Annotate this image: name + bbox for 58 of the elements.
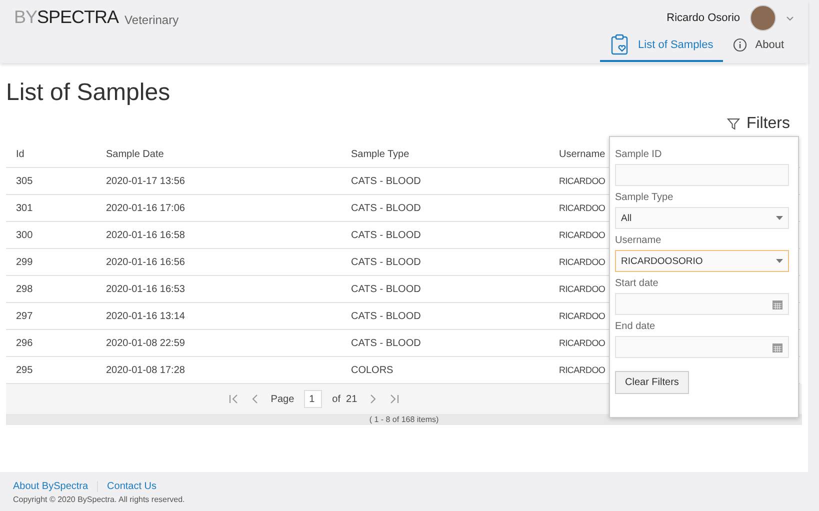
app-subtitle: Veterinary [124, 13, 179, 27]
table-cell: 305 [6, 168, 96, 194]
table-cell: 2020-01-08 22:59 [96, 330, 341, 356]
pager-summary: ( 1 - 8 of 168 items) [369, 414, 439, 425]
table-cell: 297 [6, 302, 96, 330]
footer-link[interactable]: Contact Us [107, 481, 166, 492]
chevron-down-icon[interactable] [786, 16, 794, 20]
table-cell: 2020-01-16 16:58 [96, 222, 341, 248]
filters-toggle[interactable]: Filters [746, 115, 790, 133]
column-header: Id [6, 141, 96, 168]
table-cell: 2020-01-16 13:14 [96, 302, 341, 330]
filter-icon[interactable] [727, 118, 740, 130]
nav-tab[interactable]: About [723, 28, 794, 62]
table-cell: CATS - BLOOD [341, 222, 549, 248]
copyright-text: Copyright © 2020 BySpectra. All rights reserved. [13, 495, 186, 504]
page-label: Page [270, 394, 294, 404]
table-cell: 2020-01-16 16:53 [96, 276, 341, 302]
field-label: Start date [615, 278, 660, 289]
page-input[interactable]: 1 [304, 390, 322, 408]
avatar[interactable] [750, 5, 776, 31]
page-total: of 21 [332, 394, 358, 404]
input-field[interactable] [615, 164, 789, 186]
table-cell: CATS - BLOOD [341, 168, 549, 194]
caret-icon [776, 259, 783, 263]
last-page-icon[interactable] [389, 393, 402, 405]
table-cell: 299 [6, 248, 96, 276]
info-icon [733, 38, 748, 52]
column-header: Sample Type [341, 141, 549, 168]
first-page-icon[interactable] [226, 393, 239, 405]
field-label: Sample ID [615, 149, 663, 160]
user-name[interactable]: Ricardo Osorio [666, 12, 740, 24]
table-cell: 301 [6, 194, 96, 222]
table-cell: CATS - BLOOD [341, 302, 549, 330]
footer-link[interactable]: About BySpectra [13, 481, 98, 492]
calendar-icon[interactable] [772, 342, 783, 352]
field-label: End date [615, 321, 656, 332]
table-cell: 2020-01-16 16:56 [96, 248, 341, 276]
table-cell: CATS - BLOOD [341, 276, 549, 302]
calendar-icon[interactable] [772, 298, 783, 310]
table-cell: 2020-01-17 13:56 [96, 168, 341, 194]
caret-icon [776, 216, 783, 220]
table-cell: 298 [6, 276, 96, 302]
field-label: Sample Type [615, 192, 674, 203]
table-cell: CATS - BLOOD [341, 248, 549, 276]
table-cell: CATS - BLOOD [341, 330, 549, 356]
dropdown-field[interactable]: RICARDOOSORIO [615, 250, 789, 272]
column-header: Sample Date [96, 141, 341, 168]
table-cell: 300 [6, 222, 96, 248]
table-cell: 2020-01-16 17:06 [96, 194, 341, 222]
clear-filters-button[interactable]: Clear Filters [615, 371, 689, 394]
table-cell: CATS - BLOOD [341, 194, 549, 222]
field-label: Username [615, 235, 662, 246]
logo: BYSPECTRA [14, 6, 119, 29]
date-field[interactable] [615, 293, 789, 315]
page-title: List of Samples [5, 78, 172, 108]
dropdown-field[interactable]: All [615, 207, 789, 229]
table-cell: 296 [6, 330, 96, 356]
date-field[interactable] [615, 336, 789, 358]
